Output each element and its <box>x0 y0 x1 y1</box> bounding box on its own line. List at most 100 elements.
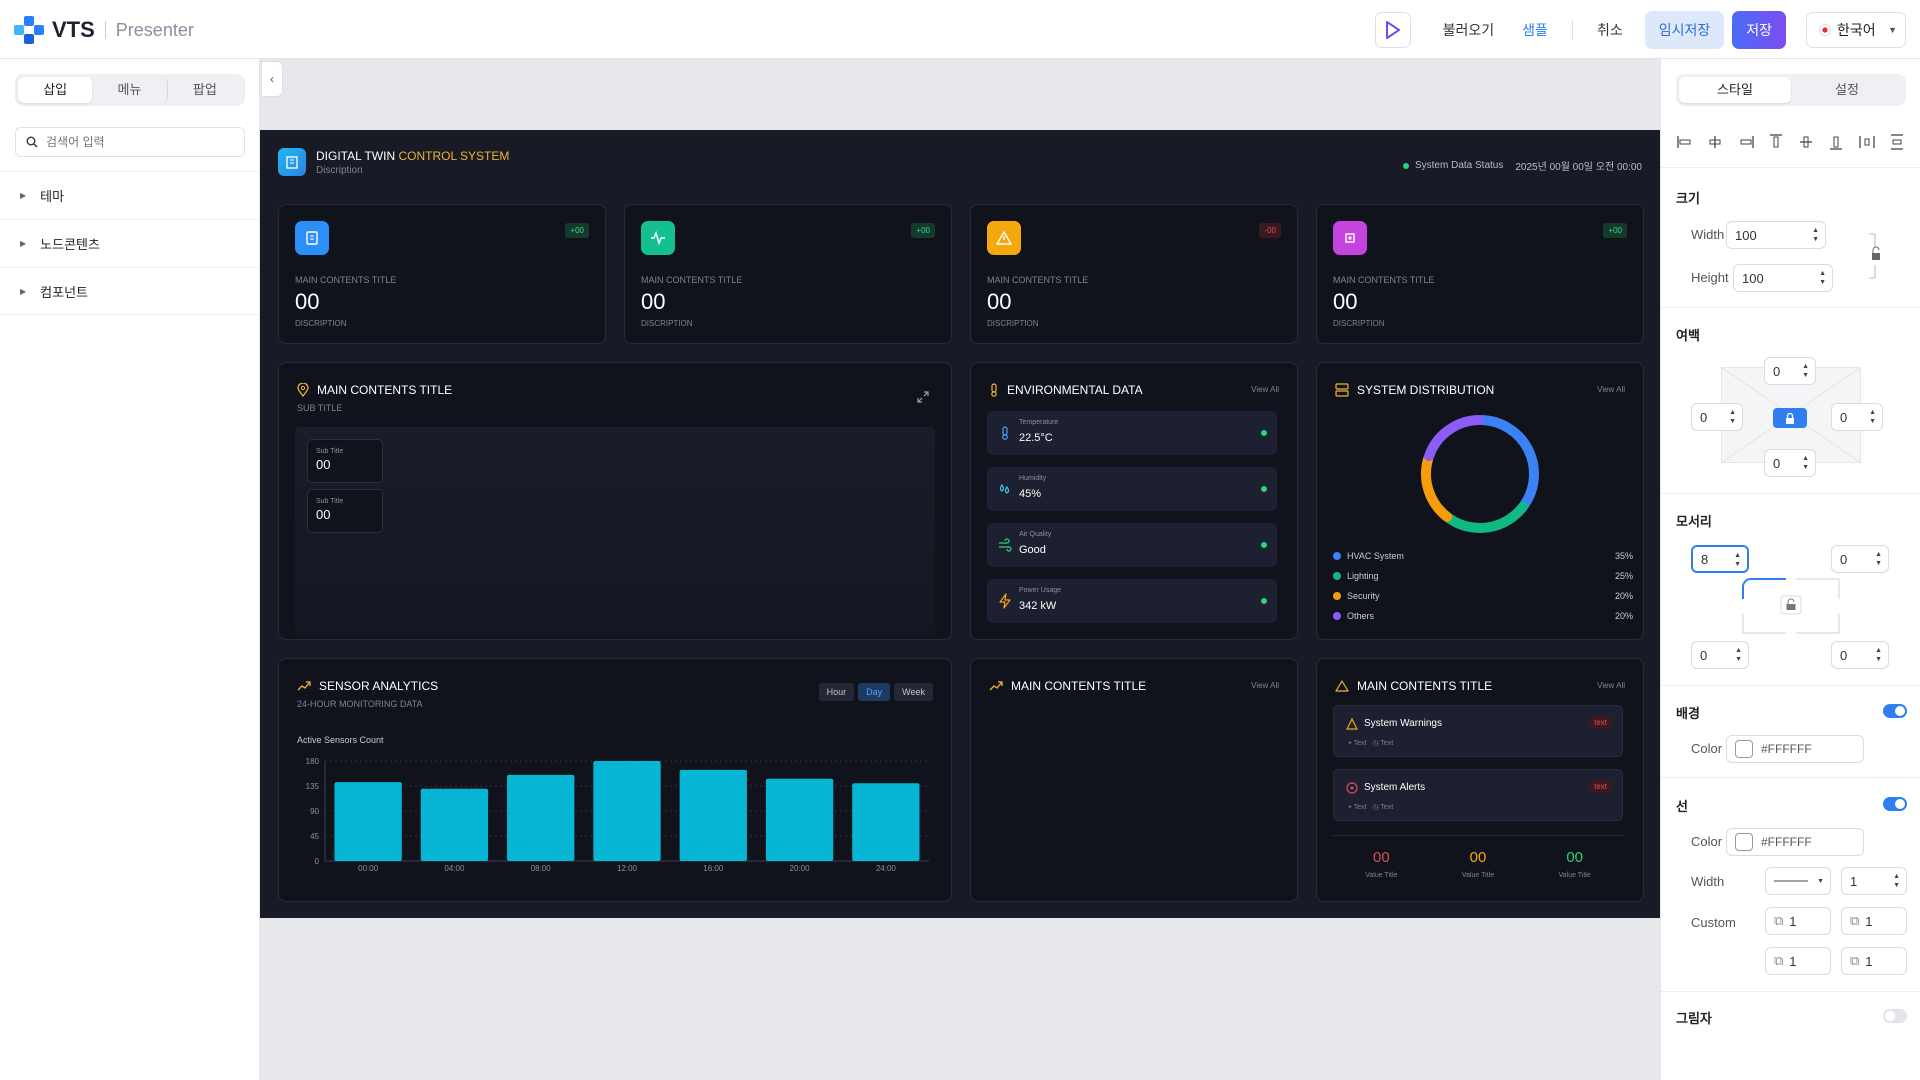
padding-lock-button[interactable] <box>1773 408 1807 428</box>
corner-top-right-input[interactable]: 0 ▲ ▼ <box>1831 545 1889 573</box>
legend-item: Lighting 25% <box>1333 571 1633 581</box>
range-week-button[interactable]: Week <box>894 683 933 701</box>
line-color-input[interactable]: #FFFFFF <box>1726 828 1864 856</box>
content-card[interactable]: MAIN CONTENTS TITLE View All <box>970 658 1298 902</box>
tree-item-component[interactable]: ▶ 컴포넌트 <box>0 267 260 315</box>
custom-border-input[interactable]: ⧉ 1 <box>1765 907 1831 935</box>
custom-border-input[interactable]: ⧉ 1 <box>1841 907 1907 935</box>
map-card[interactable]: MAIN CONTENTS TITLE SUB TITLE Sub Title 0… <box>278 362 952 640</box>
trending-up-icon <box>297 681 311 691</box>
save-button[interactable]: 저장 <box>1732 11 1786 49</box>
align-left-icon[interactable] <box>1676 133 1694 151</box>
align-top-icon[interactable] <box>1767 133 1785 151</box>
tab-menu[interactable]: 메뉴 <box>92 77 168 103</box>
kpi-card[interactable]: -00 MAIN CONTENTS TITLE 00 DISCRIPTION <box>970 204 1298 344</box>
right-tabs: 스타일 설정 <box>1676 74 1906 106</box>
logo: VTS Presenter <box>14 16 194 44</box>
border-toggle[interactable] <box>1883 797 1907 811</box>
tab-popup[interactable]: 팝업 <box>168 77 242 103</box>
height-input[interactable]: 100 ▲ ▼ <box>1733 264 1833 292</box>
search-box <box>15 127 245 157</box>
environmental-card[interactable]: ENVIRONMENTAL DATA View All Temperature 2… <box>970 362 1298 640</box>
x-tick-label: 24:00 <box>876 864 897 873</box>
align-bottom-icon[interactable] <box>1827 133 1845 151</box>
draft-save-button[interactable]: 임시저장 <box>1644 11 1725 49</box>
sensor-analytics-card[interactable]: SENSOR ANALYTICS 24-HOUR MONITORING DATA… <box>278 658 952 902</box>
status-dot <box>1402 162 1409 169</box>
distribute-v-icon[interactable] <box>1888 133 1906 151</box>
size-section-label: 크기 <box>1676 191 1700 206</box>
line-width-input[interactable]: 1 ▲ ▼ <box>1841 867 1907 895</box>
kpi-description: DISCRIPTION <box>987 319 1039 328</box>
collapse-panel-button[interactable]: ‹ <box>261 61 283 97</box>
view-all-link[interactable]: View All <box>1251 681 1279 690</box>
border-side-icon: ⧉ <box>1774 953 1784 968</box>
ratio-lock-icon[interactable] <box>1865 233 1883 279</box>
view-all-link[interactable]: View All <box>1251 385 1279 394</box>
card-title: MAIN CONTENTS TITLE <box>297 383 452 397</box>
distribute-h-icon[interactable] <box>1858 133 1876 151</box>
tree-item-theme[interactable]: ▶ 테마 <box>0 171 260 219</box>
tab-style[interactable]: 스타일 <box>1679 77 1791 103</box>
preview-button[interactable] <box>1374 12 1411 48</box>
range-hour-button[interactable]: Hour <box>818 683 855 701</box>
shadow-toggle[interactable] <box>1883 1009 1907 1023</box>
tab-settings[interactable]: 설정 <box>1791 77 1903 103</box>
padding-right-input[interactable]: 0 ▲ ▼ <box>1831 403 1883 431</box>
load-button[interactable]: 불러오기 <box>1429 11 1509 49</box>
tree-item-node-content[interactable]: ▶ 노드콘텐츠 <box>0 219 260 267</box>
kpi-title: MAIN CONTENTS TITLE <box>641 275 743 285</box>
status-datetime: 2025년 00월 00일 오전 00:00 <box>1515 162 1642 173</box>
search-input[interactable] <box>46 135 226 149</box>
view-all-link[interactable]: View All <box>1597 681 1625 690</box>
dashboard-canvas[interactable]: DIGITAL TWIN CONTROL SYSTEM Discription … <box>260 130 1660 918</box>
padding-top-input[interactable]: 0 ▲ ▼ <box>1764 357 1816 385</box>
server-icon <box>1335 383 1349 397</box>
x-tick-label: 04:00 <box>444 864 465 873</box>
expand-icon[interactable] <box>917 391 929 403</box>
custom-label: Custom <box>1691 915 1736 930</box>
range-day-button[interactable]: Day <box>858 683 891 701</box>
tab-insert[interactable]: 삽입 <box>18 77 93 103</box>
chip-icon <box>1333 221 1367 255</box>
language-select[interactable]: 한국어 ▼ <box>1806 12 1906 48</box>
env-row: Humidity 45% <box>987 467 1277 511</box>
kpi-card[interactable]: +00 MAIN CONTENTS TITLE 00 DISCRIPTION <box>624 204 952 344</box>
card-title: ENVIRONMENTAL DATA <box>989 383 1143 397</box>
align-center-v-icon[interactable] <box>1797 133 1815 151</box>
component-tree: ▶ 테마 ▶ 노드콘텐츠 ▶ 컴포넌트 <box>0 171 260 315</box>
alert-item[interactable]: System Warnings text ⌖ Text ◷ Text <box>1333 705 1623 757</box>
alert-tag: text <box>1589 780 1612 793</box>
alerts-card[interactable]: MAIN CONTENTS TITLE View All System Warn… <box>1316 658 1644 902</box>
width-input[interactable]: 100 ▲ ▼ <box>1726 221 1826 249</box>
custom-border-input[interactable]: ⧉ 1 <box>1765 947 1831 975</box>
padding-bottom-input[interactable]: 0 ▲ ▼ <box>1764 449 1816 477</box>
kpi-card[interactable]: +00 MAIN CONTENTS TITLE 00 DISCRIPTION <box>1316 204 1644 344</box>
donut-slice-security <box>1421 453 1453 522</box>
custom-border-input[interactable]: ⧉ 1 <box>1841 947 1907 975</box>
distribution-card[interactable]: SYSTEM DISTRIBUTION View All HVAC System… <box>1316 362 1644 640</box>
kpi-description: DISCRIPTION <box>295 319 347 328</box>
background-toggle[interactable] <box>1883 704 1907 718</box>
kpi-card[interactable]: +00 MAIN CONTENTS TITLE 00 DISCRIPTION <box>278 204 606 344</box>
left-panel: 삽입 메뉴 팝업 ▶테마 ▶노드콘텐츠 ▶컴포넌트 <box>0 59 260 1080</box>
map-area[interactable]: Sub Title 00 Sub Title 00 <box>295 427 935 637</box>
corner-bottom-left-input[interactable]: 0 ▲ ▼ <box>1691 641 1749 669</box>
sample-button[interactable]: 샘플 <box>1508 11 1562 49</box>
logo-icon <box>14 16 46 44</box>
corner-preview <box>1742 578 1840 634</box>
align-center-h-icon[interactable] <box>1706 133 1724 151</box>
align-right-icon[interactable] <box>1737 133 1755 151</box>
bg-color-input[interactable]: #FFFFFF <box>1726 735 1864 763</box>
cancel-button[interactable]: 취소 <box>1583 11 1637 49</box>
view-all-link[interactable]: View All <box>1597 385 1625 394</box>
alert-item[interactable]: System Alerts text ⌖ Text ◷ Text <box>1333 769 1623 821</box>
thermometer-icon <box>991 383 997 397</box>
corner-top-left-input[interactable]: 8 ▲ ▼ <box>1691 545 1749 573</box>
line-style-select[interactable]: ▼ <box>1765 867 1831 895</box>
kpi-badge: -00 <box>1259 223 1281 238</box>
location-pin-icon <box>297 383 309 397</box>
card-subtitle: 24-HOUR MONITORING DATA <box>297 699 423 709</box>
padding-left-input[interactable]: 0 ▲ ▼ <box>1691 403 1743 431</box>
corner-bottom-right-input[interactable]: 0 ▲ ▼ <box>1831 641 1889 669</box>
